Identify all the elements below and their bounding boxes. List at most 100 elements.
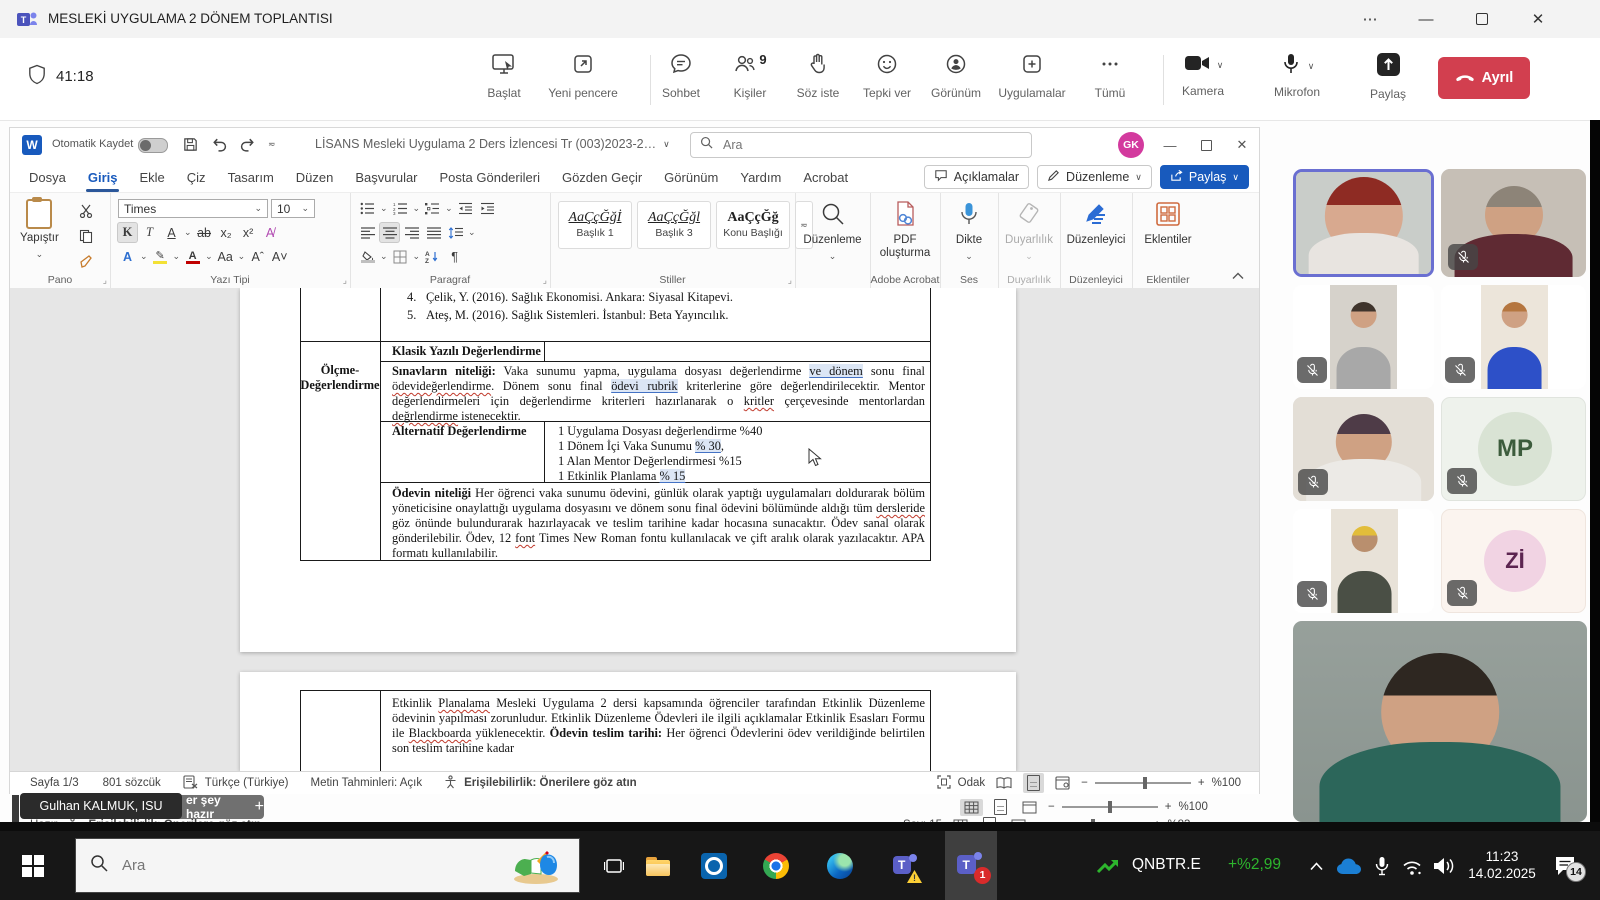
style-subject-heading[interactable]: AaÇçĞğKonu Başlığı bbox=[716, 201, 790, 249]
focus-icon[interactable] bbox=[937, 775, 951, 792]
word-close-icon[interactable]: ✕ bbox=[1228, 134, 1256, 156]
editing-mode-button[interactable]: Düzenleme ∨ bbox=[1037, 165, 1152, 189]
file-explorer-button[interactable] bbox=[642, 853, 674, 879]
format-painter-icon[interactable] bbox=[76, 251, 95, 270]
tray-chevron-icon[interactable] bbox=[1305, 856, 1327, 876]
bullet-list-icon[interactable] bbox=[358, 199, 377, 218]
people-button[interactable]: 9 Kişiler bbox=[712, 52, 788, 100]
undo-icon[interactable] bbox=[210, 136, 227, 158]
quick-access-chevron-icon[interactable]: ≂ bbox=[268, 139, 276, 150]
participant-tile-zi[interactable]: Zİ bbox=[1441, 509, 1586, 613]
view-button[interactable]: Görünüm bbox=[918, 52, 994, 100]
find-editing-button[interactable]: Düzenleme ⌄ bbox=[795, 201, 870, 263]
increase-indent-icon[interactable] bbox=[478, 199, 497, 218]
tray-mic-icon[interactable] bbox=[1370, 853, 1394, 879]
strikethrough-button[interactable]: ab bbox=[195, 223, 214, 242]
cut-icon[interactable] bbox=[76, 201, 95, 220]
more-button[interactable]: Tümü bbox=[1072, 52, 1148, 100]
raise-hand-button[interactable]: Söz iste bbox=[780, 52, 856, 100]
document-title[interactable]: LİSANS Mesleki Uygulama 2 Ders İzlencesi… bbox=[315, 137, 670, 151]
web-layout-icon[interactable] bbox=[1051, 774, 1074, 792]
change-case-icon[interactable]: Aa bbox=[216, 247, 235, 266]
print-layout-icon[interactable] bbox=[990, 797, 1011, 817]
accessibility-status[interactable]: Erişilebilirlik: Önerilere göz atın bbox=[464, 777, 637, 789]
react-button[interactable]: Tepki ver bbox=[849, 52, 925, 100]
share-doc-button[interactable]: Paylaş ∨ bbox=[1160, 165, 1249, 189]
text-predictions[interactable]: Metin Tahminleri: Açık bbox=[310, 777, 422, 789]
zoom-level[interactable]: %100 bbox=[1178, 801, 1207, 813]
plus-icon[interactable]: + bbox=[255, 798, 264, 816]
zoom-level[interactable]: %100 bbox=[1212, 777, 1241, 789]
read-mode-icon[interactable] bbox=[992, 775, 1016, 791]
onedrive-icon[interactable] bbox=[1334, 856, 1364, 876]
apps-button[interactable]: Uygulamalar bbox=[994, 52, 1070, 100]
zoom-out-icon[interactable]: − bbox=[1081, 777, 1088, 789]
word-count[interactable]: 801 sözcük bbox=[103, 777, 161, 789]
font-color-icon[interactable]: A bbox=[183, 247, 202, 266]
dialog-launcher-icon[interactable]: ⌟ bbox=[788, 275, 792, 286]
autosave-toggle[interactable] bbox=[138, 138, 168, 153]
tab-ciz[interactable]: Çiz bbox=[176, 162, 217, 192]
underline-button[interactable]: A bbox=[162, 223, 181, 242]
shading-icon[interactable] bbox=[358, 247, 377, 266]
tab-gorunum[interactable]: Görünüm bbox=[653, 162, 729, 192]
mic-chevron-icon[interactable]: ∨ bbox=[1308, 61, 1315, 72]
participant-video[interactable] bbox=[1293, 509, 1434, 613]
taskbar-search[interactable] bbox=[75, 838, 580, 893]
tab-dosya[interactable]: Dosya bbox=[18, 162, 77, 192]
page-indicator[interactable]: Sayfa 1/3 bbox=[30, 777, 79, 789]
tab-yardim[interactable]: Yardım bbox=[729, 162, 792, 192]
document-canvas[interactable]: 4. Çelik, Y. (2016). Sağlık Ekonomisi. A… bbox=[10, 288, 1259, 771]
stock-change[interactable]: +%2,99 bbox=[1228, 856, 1281, 874]
edge-button[interactable] bbox=[824, 853, 856, 879]
tab-ekle[interactable]: Ekle bbox=[128, 162, 175, 192]
font-name-select[interactable]: Times⌄ bbox=[118, 199, 268, 218]
share-button[interactable]: Paylaş bbox=[1350, 52, 1426, 101]
web-layout-icon[interactable] bbox=[1018, 799, 1041, 816]
word-restore-icon[interactable] bbox=[1192, 134, 1220, 156]
tab-giris[interactable]: Giriş bbox=[77, 162, 129, 192]
numbered-list-icon[interactable]: 123 bbox=[391, 199, 410, 218]
bold-button[interactable]: K bbox=[118, 223, 137, 242]
align-center-icon[interactable] bbox=[380, 223, 399, 242]
clear-formatting-icon[interactable]: A̸ bbox=[261, 223, 280, 242]
account-avatar[interactable]: GK bbox=[1118, 132, 1144, 158]
start-button[interactable] bbox=[16, 851, 50, 881]
collapse-ribbon-icon[interactable] bbox=[1232, 267, 1244, 285]
chat-button[interactable]: Sohbet bbox=[643, 52, 719, 100]
sort-icon[interactable]: AZ bbox=[423, 247, 442, 266]
editor-button[interactable]: Düzenleyici bbox=[1060, 201, 1132, 247]
line-spacing-icon[interactable] bbox=[446, 223, 465, 242]
dictate-button[interactable]: Dikte ⌄ bbox=[940, 201, 998, 263]
subscript-button[interactable]: x₂ bbox=[217, 223, 236, 242]
teams-active-button[interactable]: T 1 bbox=[945, 831, 997, 900]
comments-button[interactable]: Açıklamalar bbox=[924, 165, 1029, 189]
tab-duzen[interactable]: Düzen bbox=[285, 162, 345, 192]
word-minimize-icon[interactable]: — bbox=[1156, 134, 1184, 156]
dialog-launcher-icon[interactable]: ⌟ bbox=[343, 275, 347, 286]
grow-font-icon[interactable]: Aˆ bbox=[248, 247, 267, 266]
start-share-button[interactable]: Başlat bbox=[466, 52, 542, 100]
stock-symbol[interactable]: QNBTR.E bbox=[1132, 856, 1201, 874]
borders-icon[interactable] bbox=[391, 247, 410, 266]
paste-button[interactable]: Yapıştır ⌄ bbox=[20, 199, 59, 261]
focus-label[interactable]: Odak bbox=[958, 777, 986, 789]
task-view-button[interactable] bbox=[598, 853, 630, 879]
outlook-button[interactable] bbox=[698, 853, 730, 879]
zoom-slider[interactable] bbox=[1095, 782, 1191, 784]
addins-button[interactable]: Eklentiler bbox=[1132, 201, 1204, 247]
shrink-font-icon[interactable]: A˅ bbox=[270, 247, 289, 266]
mic-button[interactable]: ∨ Mikrofon bbox=[1259, 52, 1335, 99]
tab-acrobat[interactable]: Acrobat bbox=[792, 162, 859, 192]
taskbar-clock[interactable]: 11:23 14.02.2025 bbox=[1462, 848, 1542, 882]
zoom-in-icon[interactable]: + bbox=[1165, 801, 1172, 813]
stock-widget-icon[interactable] bbox=[1095, 855, 1123, 877]
participant-video[interactable] bbox=[1441, 169, 1586, 277]
pilcrow-icon[interactable]: ¶ bbox=[445, 247, 464, 266]
font-size-select[interactable]: 10⌄ bbox=[271, 199, 315, 218]
print-layout-icon[interactable] bbox=[1023, 773, 1044, 793]
tab-basvurular[interactable]: Başvurular bbox=[344, 162, 428, 192]
grid-view-icon[interactable] bbox=[960, 799, 983, 816]
highlight-icon[interactable]: ✎ bbox=[151, 247, 170, 266]
tab-tasarim[interactable]: Tasarım bbox=[217, 162, 285, 192]
